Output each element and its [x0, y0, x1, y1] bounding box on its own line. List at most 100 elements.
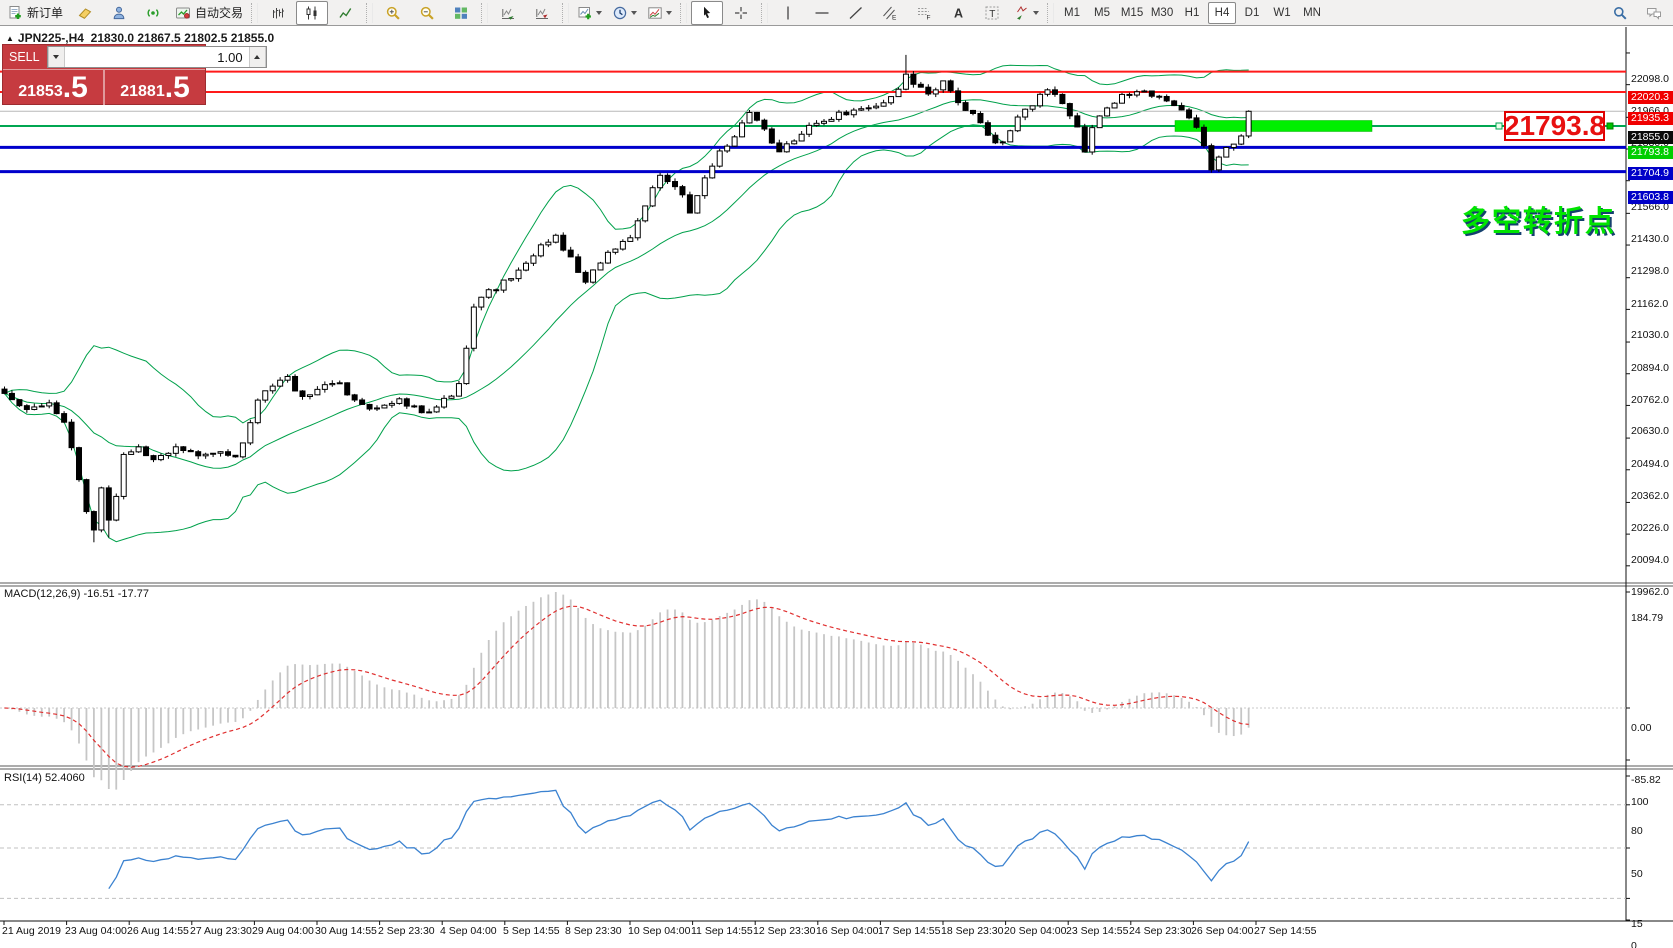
- line-handle[interactable]: [1607, 123, 1613, 129]
- toolbar-separator: [366, 3, 373, 23]
- timeframe-m1-button[interactable]: M1: [1058, 2, 1086, 24]
- timeframe-m15-button[interactable]: M15: [1118, 2, 1146, 24]
- candle-body: [91, 512, 96, 530]
- text-button[interactable]: A: [942, 1, 974, 25]
- horizontal-line-button[interactable]: [806, 1, 838, 25]
- dropdown-arrow-icon: [666, 11, 672, 15]
- arrows-button[interactable]: [1010, 1, 1043, 25]
- new-order-button-label: 新订单: [27, 4, 63, 21]
- buy-price[interactable]: 21881.5: [105, 70, 205, 105]
- time-tick-label: 23 Aug 04:00: [65, 925, 127, 937]
- newchart-icon: [577, 5, 593, 21]
- linechart-icon: [338, 5, 354, 21]
- candle-body: [412, 406, 417, 407]
- candles-icon: [304, 5, 320, 21]
- sell-button[interactable]: SELL: [3, 45, 46, 69]
- new-chart-button[interactable]: [573, 1, 606, 25]
- candle-body: [814, 123, 819, 125]
- price-badge: 21704.9: [1628, 167, 1673, 180]
- time-tick-label: 17 Sep 14:55: [878, 925, 940, 937]
- eraser-button[interactable]: [69, 1, 101, 25]
- candle-body: [717, 151, 722, 166]
- signals-button[interactable]: [137, 1, 169, 25]
- time-tick-label: 2 Sep 23:30: [378, 925, 435, 937]
- fibonacci-button[interactable]: F: [908, 1, 940, 25]
- tile-windows-button[interactable]: [445, 1, 477, 25]
- collapse-arrow-icon[interactable]: ▲: [6, 34, 14, 43]
- bar-chart-button[interactable]: [262, 1, 294, 25]
- line-chart-button[interactable]: [330, 1, 362, 25]
- candle-body: [695, 196, 700, 213]
- candle-body: [479, 297, 484, 307]
- chart-shift-button[interactable]: [526, 1, 558, 25]
- candle-body: [710, 166, 715, 178]
- buy-button[interactable]: BUY: [268, 45, 306, 69]
- candle-body: [352, 395, 357, 400]
- equidistant-channel-button[interactable]: E: [874, 1, 906, 25]
- mt4-window: 新订单自动交易EFATM1M5M15M30H1H4D1W1MN ▲JPN225-…: [0, 0, 1673, 948]
- timeframe-m5-button[interactable]: M5: [1088, 2, 1116, 24]
- time-tick-label: 4 Sep 04:00: [440, 925, 497, 937]
- candle-body: [1075, 116, 1080, 127]
- periods-button[interactable]: [608, 1, 641, 25]
- chat-button[interactable]: [1638, 1, 1670, 25]
- vertical-line-button[interactable]: [772, 1, 804, 25]
- volume-stepper: [47, 46, 267, 68]
- candle-body: [196, 452, 201, 456]
- textA-icon: A: [950, 5, 966, 21]
- candle-body: [1231, 144, 1236, 147]
- trendline-button[interactable]: [840, 1, 872, 25]
- candle-body: [553, 235, 558, 242]
- candle-body: [278, 380, 283, 386]
- hline-icon: [814, 5, 830, 21]
- candle-body: [531, 256, 536, 263]
- candlestick-button[interactable]: [296, 1, 328, 25]
- autotrade-icon: [175, 5, 191, 21]
- chinese-annotation-text[interactable]: 多空转折点: [1438, 198, 1616, 240]
- svg-text:E: E: [892, 14, 897, 21]
- crosshair-button[interactable]: [725, 1, 757, 25]
- candle-body: [456, 384, 461, 397]
- candle-body: [851, 110, 856, 115]
- sell-price[interactable]: 21853.5: [3, 70, 103, 105]
- candle-body: [1038, 94, 1043, 106]
- volume-decrease-button[interactable]: [48, 47, 65, 67]
- timeframe-d1-button[interactable]: D1: [1238, 2, 1266, 24]
- candle-body: [620, 241, 625, 249]
- timeframe-mn-button[interactable]: MN: [1298, 2, 1326, 24]
- line-handle[interactable]: [1496, 123, 1502, 129]
- candle-body: [211, 453, 216, 454]
- candle-body: [829, 119, 834, 121]
- chart-canvas[interactable]: [0, 26, 1673, 948]
- search-button[interactable]: [1604, 1, 1636, 25]
- volume-increase-button[interactable]: [249, 47, 266, 67]
- cursor-icon: [699, 5, 715, 21]
- zoom-in-button[interactable]: [377, 1, 409, 25]
- vline-icon: [780, 5, 796, 21]
- timeframe-w1-button[interactable]: W1: [1268, 2, 1296, 24]
- profile-button[interactable]: [103, 1, 135, 25]
- price-annotation-label[interactable]: 21793.8: [1504, 111, 1605, 141]
- candle-body: [307, 395, 312, 397]
- auto-scroll-button[interactable]: [492, 1, 524, 25]
- candle-body: [673, 182, 678, 187]
- candle-body: [1179, 106, 1184, 110]
- timeframe-m30-button[interactable]: M30: [1148, 2, 1176, 24]
- price-tick-label: 20094.0: [1631, 554, 1669, 566]
- new-order-button[interactable]: 新订单: [3, 1, 67, 25]
- templates-button[interactable]: [643, 1, 676, 25]
- price-tick-label: 21430.0: [1631, 233, 1669, 245]
- candle-body: [188, 451, 193, 452]
- zoom-out-button[interactable]: [411, 1, 443, 25]
- volume-input[interactable]: [65, 47, 249, 67]
- candle-body: [1216, 157, 1221, 170]
- timeframe-h1-button[interactable]: H1: [1178, 2, 1206, 24]
- rsi-scale-label: 100: [1631, 796, 1649, 808]
- candle-body: [1127, 94, 1132, 95]
- candle-body: [687, 195, 692, 213]
- autotrading-button[interactable]: 自动交易: [171, 1, 247, 25]
- cursor-button[interactable]: [691, 1, 723, 25]
- candle-body: [1060, 94, 1065, 103]
- timeframe-h4-button[interactable]: H4: [1208, 2, 1236, 24]
- text-label-button[interactable]: T: [976, 1, 1008, 25]
